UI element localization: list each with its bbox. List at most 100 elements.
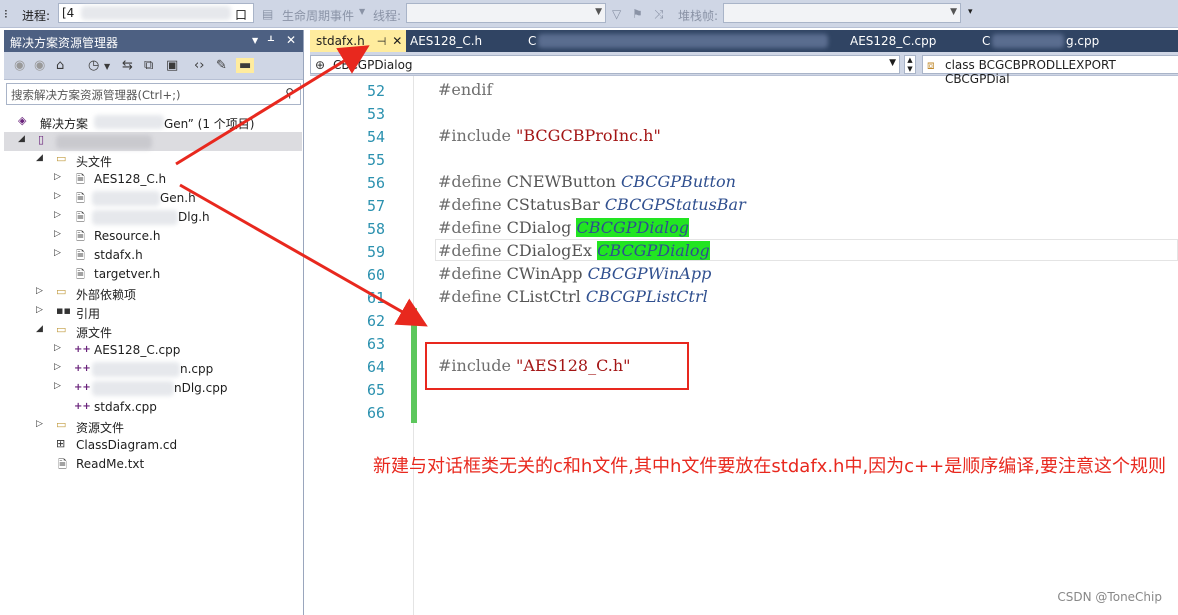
panel-dropdown-icon[interactable]: ▼: [252, 36, 258, 45]
globe-icon: ⊕: [315, 58, 326, 72]
line-number: 52: [366, 82, 385, 100]
solution-explorer-toolbar: ◉ ◉ ⌂ ◷ ▼ ⇆ ⧉ ▣ ‹› ✎ ▬: [4, 52, 303, 80]
forward-icon[interactable]: ◉: [34, 58, 45, 73]
chevron-down-icon[interactable]: ▼: [889, 58, 896, 68]
expand-icon[interactable]: ▷: [54, 362, 61, 372]
collapse-icon[interactable]: ◢: [36, 153, 43, 163]
tab-aes-cpp[interactable]: AES128_C.cpp: [844, 30, 942, 52]
tab-stdafx-h[interactable]: stdafx.h ⊣ ✕: [310, 30, 406, 52]
macro-name: CStatusBar: [506, 195, 605, 214]
expand-icon[interactable]: ▷: [54, 172, 61, 182]
properties-icon[interactable]: ✎: [216, 58, 227, 73]
line-number: 59: [366, 243, 385, 261]
lifecycle-label[interactable]: 生命周期事件: [282, 7, 354, 24]
expand-icon[interactable]: ▷: [54, 229, 61, 239]
lifecycle-dropdown-icon[interactable]: ▼: [359, 7, 365, 16]
solution-node[interactable]: ◈ 解决方案 Gen” (1 个项目): [4, 113, 302, 132]
code-line: #define CNEWButton CBCGPButton: [438, 172, 736, 191]
line-number: 62: [366, 312, 385, 330]
process-combo[interactable]: [4 口: [58, 3, 254, 23]
tree-item-stdafx-h[interactable]: ▷ 🗎 stdafx.h: [4, 246, 302, 265]
preprocessor-directive: #define: [438, 264, 507, 283]
pin-tab-icon[interactable]: ⊣: [377, 35, 387, 48]
flag-icon[interactable]: ⚑: [632, 7, 643, 21]
tree-item-references[interactable]: ▷ ▪▪ 引用: [4, 303, 302, 322]
line-number: 56: [366, 174, 385, 192]
search-icon[interactable]: ⚲: [285, 86, 294, 100]
thread-switch-icon[interactable]: ⤨: [654, 7, 664, 22]
tree-item-class-diagram[interactable]: ⊞ ClassDiagram.cd: [4, 436, 302, 455]
tab-app-cpp[interactable]: g.cpp: [1060, 30, 1105, 52]
collapse-icon[interactable]: ◢: [18, 134, 25, 144]
tab-label: C: [982, 34, 991, 48]
header-file-icon: 🗎: [76, 211, 85, 224]
back-icon[interactable]: ◉: [14, 58, 25, 73]
tree-item-readme[interactable]: 🗎 ReadMe.txt: [4, 455, 302, 474]
tree-item-stdafx-cpp[interactable]: ++ stdafx.cpp: [4, 398, 302, 417]
scope-dropdown[interactable]: ⊕ CBCGPDialog ▼: [310, 55, 900, 74]
code-line: #define CDialogEx CBCGPDialog: [438, 241, 710, 260]
tree-item-resource-files[interactable]: ▷ ▭ 资源文件: [4, 417, 302, 436]
tree-item-aes-cpp[interactable]: ▷ ++ AES128_C.cpp: [4, 341, 302, 360]
pin-icon[interactable]: ᚆ: [268, 33, 274, 47]
expand-icon[interactable]: ▷: [54, 210, 61, 220]
thread-combo[interactable]: ▼: [406, 3, 606, 23]
tree-item-resource-h[interactable]: ▷ 🗎 Resource.h: [4, 227, 302, 246]
preprocessor-directive: #define: [438, 195, 507, 214]
tree-item-app-cpp[interactable]: ▷ ++ n.cpp: [4, 360, 302, 379]
annotation-highlight-box: [425, 342, 689, 390]
toolbar-grip-icon: ⁝: [4, 7, 8, 21]
process-value: [4: [62, 6, 75, 20]
preview-icon[interactable]: ▬: [236, 58, 255, 73]
expand-icon[interactable]: ▷: [36, 286, 43, 296]
code-line: #define CListCtrl CBCGPListCtrl: [438, 287, 708, 306]
member-dropdown[interactable]: ⧈ class BCGCBPRODLLEXPORT CBCGPDial: [922, 55, 1178, 86]
redacted-file-name: [92, 381, 174, 396]
project-node[interactable]: ◢ ▯: [4, 132, 302, 151]
tree-item-header-files[interactable]: ◢ ▭ 头文件: [4, 151, 302, 170]
tree-item-gen-h[interactable]: ▷ 🗎 Gen.h: [4, 189, 302, 208]
expand-icon[interactable]: ▷: [54, 343, 61, 353]
expand-icon[interactable]: ▷: [54, 248, 61, 258]
sync-icon[interactable]: ⇆: [122, 58, 133, 73]
lifecycle-icon[interactable]: ▤: [262, 7, 273, 21]
tree-item-dlg-h[interactable]: ▷ 🗎 Dlg.h: [4, 208, 302, 227]
history-dropdown-icon[interactable]: ▼: [104, 62, 110, 71]
macro-value: CBCGPWinApp: [587, 264, 712, 283]
tab-aes-h[interactable]: AES128_C.h: [404, 30, 488, 52]
text-file-icon: 🗎: [58, 458, 67, 471]
history-icon[interactable]: ◷: [88, 58, 99, 73]
stackframe-combo[interactable]: ▼: [723, 3, 961, 23]
external-deps-icon: ▭: [56, 285, 67, 298]
collapse-all-icon[interactable]: ⧉: [144, 58, 153, 73]
class-diagram-icon: ⊞: [56, 437, 66, 450]
home-icon[interactable]: ⌂: [56, 58, 64, 73]
macro-name: CWinApp: [506, 264, 588, 283]
preprocessor-directive: #include: [438, 126, 517, 145]
close-tab-icon[interactable]: ✕: [392, 34, 402, 48]
tab-label: g.cpp: [1066, 34, 1100, 48]
tree-item-label: 资源文件: [76, 421, 125, 435]
expand-icon[interactable]: ▷: [36, 419, 43, 429]
folder-icon: ▭: [56, 152, 67, 165]
tree-item-label: ReadMe.txt: [76, 457, 145, 471]
tree-item-source-files[interactable]: ◢ ▭ 源文件: [4, 322, 302, 341]
tree-item-dlg-cpp[interactable]: ▷ ++ nDlg.cpp: [4, 379, 302, 398]
tree-item-aes-h[interactable]: ▷ 🗎 AES128_C.h: [4, 170, 302, 189]
expand-icon[interactable]: ▷: [54, 381, 61, 391]
expand-icon[interactable]: ▷: [54, 191, 61, 201]
tree-item-external-deps[interactable]: ▷ ▭ 外部依赖项: [4, 284, 302, 303]
editor-navigation-bar: ⊕ CBCGPDialog ▼ ▲ ▼ ⧈ class BCGCBPRODLLEX…: [310, 52, 1178, 86]
show-all-files-icon[interactable]: ▣: [166, 58, 178, 73]
collapse-icon[interactable]: ◢: [36, 324, 43, 334]
split-stepper[interactable]: ▲ ▼: [904, 55, 916, 74]
view-code-icon[interactable]: ‹›: [194, 58, 204, 73]
toolbar-overflow-icon[interactable]: ▾: [968, 7, 973, 17]
close-icon[interactable]: ✕: [286, 33, 296, 47]
filter-icon[interactable]: ▽: [612, 7, 621, 21]
project-icon: ▯: [38, 133, 45, 146]
solution-search-box[interactable]: 搜索解决方案资源管理器(Ctrl+;) ⚲: [6, 83, 301, 105]
expand-icon[interactable]: ▷: [36, 305, 43, 315]
tree-item-label: AES128_C.cpp: [94, 343, 181, 357]
tree-item-targetver-h[interactable]: 🗎 targetver.h: [4, 265, 302, 284]
